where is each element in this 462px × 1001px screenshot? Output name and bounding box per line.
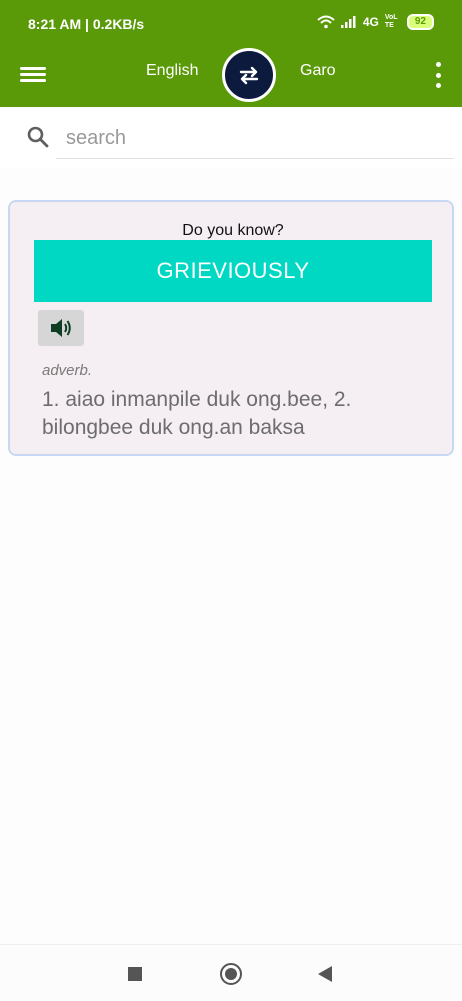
toolbar: English Garo: [0, 48, 462, 107]
network-type: 4G: [362, 15, 379, 29]
wifi-icon: [317, 15, 335, 29]
search-icon: [27, 126, 49, 148]
speak-button[interactable]: [38, 310, 84, 346]
target-language[interactable]: Garo: [300, 62, 336, 80]
word-button[interactable]: GRIEVIOUSLY: [34, 240, 432, 302]
search-input[interactable]: [56, 119, 454, 159]
battery-indicator: 92: [406, 14, 434, 30]
status-bar: 8:21 AM | 0.2KB/s 4G VoLTE 92: [0, 0, 462, 48]
swap-language-button[interactable]: [222, 48, 276, 102]
signal-icon: [340, 16, 356, 28]
word-meaning: 1. aiao inmanpile duk ong.bee, 2. bilong…: [42, 388, 352, 439]
recents-button[interactable]: [128, 967, 142, 981]
menu-icon[interactable]: [20, 64, 46, 86]
card-title: Do you know?: [182, 222, 284, 239]
more-vert-icon[interactable]: [434, 62, 442, 88]
search-bar: [0, 107, 462, 167]
system-nav-bar: [0, 944, 462, 1001]
volte-badge: VoLTE: [384, 14, 398, 29]
swap-icon: [239, 66, 259, 85]
part-of-speech: adverb.: [42, 362, 93, 379]
status-time: 8:21 AM | 0.2KB/s: [28, 16, 145, 32]
back-button[interactable]: [318, 966, 332, 982]
home-button[interactable]: [220, 963, 242, 985]
status-icons: 4G VoLTE 92: [317, 14, 434, 30]
app-bar: 8:21 AM | 0.2KB/s 4G VoLTE 92 English Ga…: [0, 0, 462, 107]
source-language[interactable]: English: [146, 62, 198, 80]
word-text: GRIEVIOUSLY: [156, 258, 310, 283]
speaker-icon: [51, 319, 71, 337]
word-of-day-card: Do you know? GRIEVIOUSLY adverb. 1. aiao…: [8, 200, 454, 456]
